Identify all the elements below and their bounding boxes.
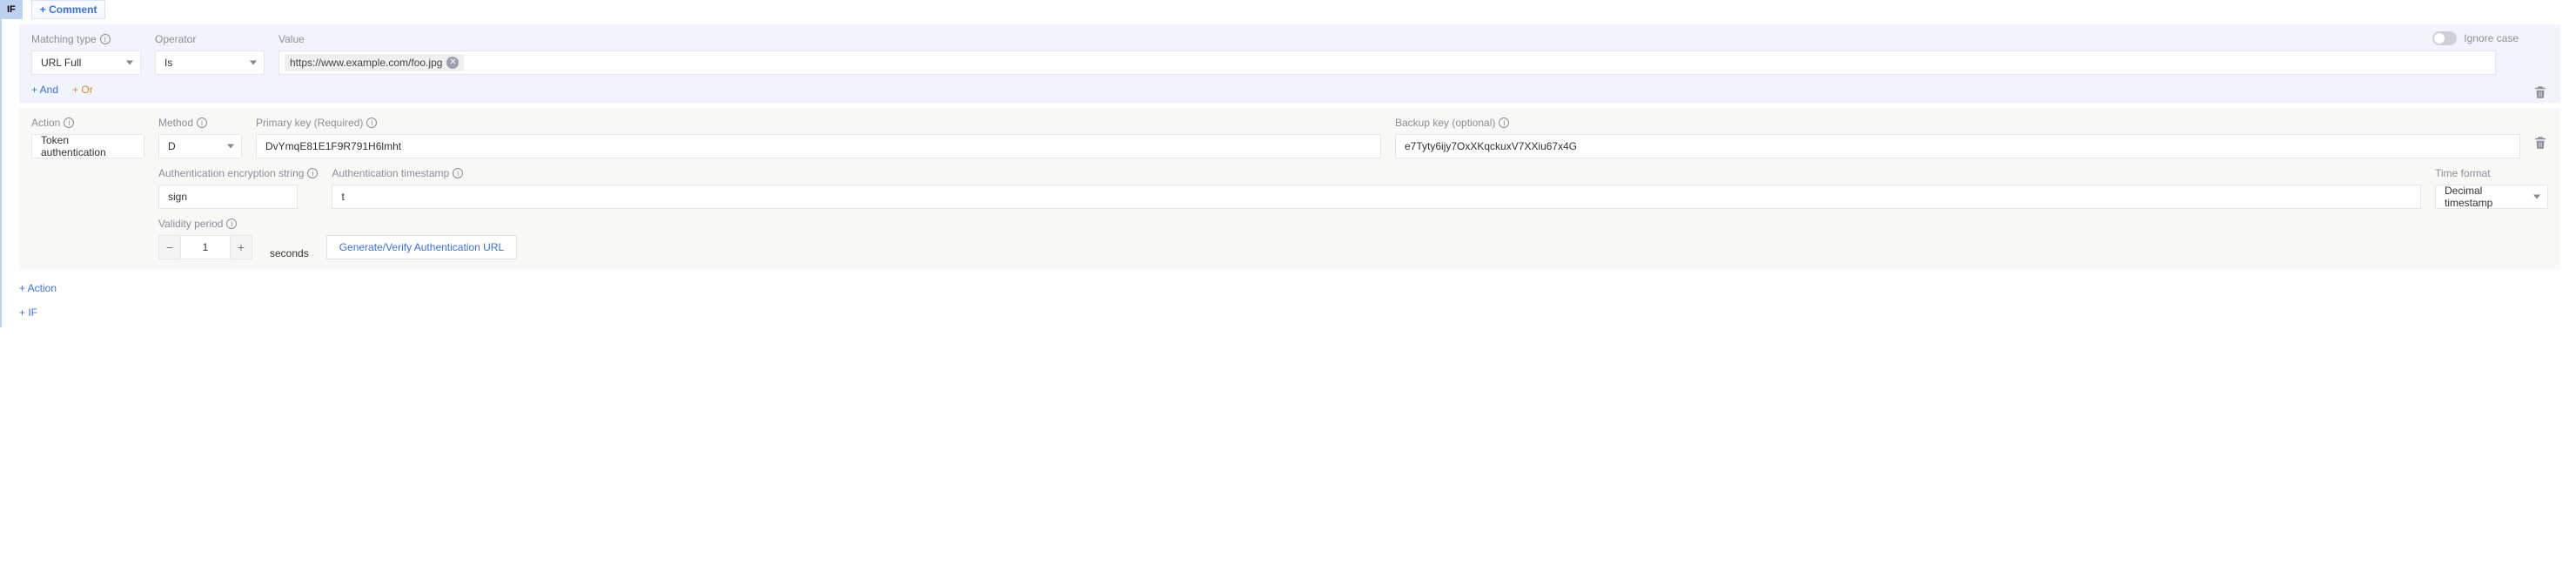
auth-enc-string-field: Authentication encryption string sign — [158, 167, 318, 209]
matching-type-value: URL Full — [41, 57, 81, 69]
plus-icon: + — [40, 3, 46, 16]
auth-enc-string-value: sign — [168, 191, 187, 203]
auth-timestamp-input[interactable]: t — [332, 185, 2421, 209]
time-format-select[interactable]: Decimal timestamp — [2435, 185, 2548, 209]
backup-key-label: Backup key (optional) — [1395, 117, 1495, 129]
backup-key-field: Backup key (optional) e7Tyty6ijy7OxXKqck… — [1395, 117, 2520, 158]
chevron-down-icon — [250, 61, 257, 65]
method-select[interactable]: D — [158, 134, 242, 158]
operator-label: Operator — [155, 33, 196, 45]
value-input[interactable]: https://www.example.com/foo.jpg ✕ — [278, 50, 2496, 75]
primary-key-field: Primary key (Required) DvYmqE81E1F9R791H… — [256, 117, 1381, 158]
info-icon[interactable] — [100, 34, 111, 44]
value-label: Value — [278, 33, 305, 45]
chevron-down-icon — [227, 145, 234, 149]
info-icon[interactable] — [366, 118, 377, 128]
auth-enc-string-label: Authentication encryption string — [158, 167, 304, 179]
time-format-field: Time format Decimal timestamp — [2435, 167, 2548, 209]
ignore-case-toggle[interactable] — [2432, 31, 2457, 45]
ignore-case-label: Ignore case — [2464, 32, 2519, 44]
validity-period-unit: seconds — [270, 247, 309, 259]
info-icon[interactable] — [197, 118, 207, 128]
chip-remove-button[interactable]: ✕ — [446, 57, 459, 69]
action-panel: Action Token authentication Method D — [19, 108, 2560, 270]
and-or-row: + And + Or — [31, 84, 2548, 96]
action-field: Action Token authentication — [31, 117, 144, 158]
if-badge: IF — [0, 0, 23, 19]
primary-key-input[interactable]: DvYmqE81E1F9R791H6lmht — [256, 134, 1381, 158]
info-icon[interactable] — [1499, 118, 1509, 128]
action-label: Action — [31, 117, 60, 129]
auth-enc-string-input[interactable]: sign — [158, 185, 298, 209]
operator-field: Operator Is — [155, 33, 265, 75]
time-format-label: Time format — [2435, 167, 2491, 179]
generate-verify-url-button[interactable]: Generate/Verify Authentication URL — [326, 235, 517, 259]
comment-button[interactable]: + Comment — [31, 0, 106, 19]
auth-timestamp-field: Authentication timestamp t — [332, 167, 2421, 209]
method-field: Method D — [158, 117, 242, 158]
delete-action-button[interactable] — [2532, 134, 2548, 151]
primary-key-value: DvYmqE81E1F9R791H6lmht — [265, 140, 401, 152]
operator-select[interactable]: Is — [155, 50, 265, 75]
info-icon[interactable] — [307, 168, 318, 178]
stepper-increment-button[interactable]: + — [230, 235, 252, 259]
value-chip: https://www.example.com/foo.jpg ✕ — [285, 54, 464, 71]
value-field: Value https://www.example.com/foo.jpg ✕ — [278, 33, 2496, 75]
delete-condition-button[interactable] — [2532, 84, 2548, 101]
add-or-button[interactable]: + Or — [72, 84, 93, 96]
add-action-button[interactable]: + Action — [19, 282, 2576, 294]
chevron-down-icon — [126, 61, 133, 65]
trash-icon — [2532, 134, 2548, 151]
auth-timestamp-value: t — [341, 191, 344, 203]
value-chip-text: https://www.example.com/foo.jpg — [290, 57, 442, 69]
condition-panel: Ignore case Matching type URL Full Opera… — [19, 24, 2560, 103]
auth-timestamp-label: Authentication timestamp — [332, 167, 449, 179]
validity-period-value[interactable]: 1 — [181, 235, 230, 259]
ignore-case-wrap: Ignore case — [2432, 31, 2519, 45]
info-icon[interactable] — [453, 168, 463, 178]
matching-type-select[interactable]: URL Full — [31, 50, 141, 75]
validity-period-label: Validity period — [158, 218, 223, 230]
rule-header: IF + Comment — [0, 0, 2576, 19]
add-if-button[interactable]: + IF — [19, 306, 2576, 319]
trash-icon — [2532, 84, 2548, 101]
add-and-button[interactable]: + And — [31, 84, 58, 96]
info-icon[interactable] — [64, 118, 74, 128]
method-label: Method — [158, 117, 193, 129]
method-value: D — [168, 140, 176, 152]
matching-type-field: Matching type URL Full — [31, 33, 141, 75]
validity-period-stepper: − 1 + — [158, 235, 252, 259]
matching-type-label: Matching type — [31, 33, 97, 45]
stepper-decrement-button[interactable]: − — [158, 235, 181, 259]
time-format-value: Decimal timestamp — [2445, 185, 2526, 209]
backup-key-input[interactable]: e7Tyty6ijy7OxXKqckuxV7XXiu67x4G — [1395, 134, 2520, 158]
backup-key-value: e7Tyty6ijy7OxXKqckuxV7XXiu67x4G — [1405, 140, 1577, 152]
footer-links: + Action + IF — [19, 282, 2576, 319]
primary-key-label: Primary key (Required) — [256, 117, 363, 129]
validity-period-field: Validity period − 1 + — [158, 218, 252, 259]
info-icon[interactable] — [226, 219, 237, 229]
action-select[interactable]: Token authentication — [31, 134, 144, 158]
action-value: Token authentication — [41, 134, 123, 158]
chevron-down-icon — [2533, 195, 2540, 199]
operator-value: Is — [164, 57, 172, 69]
comment-label: Comment — [49, 3, 97, 16]
